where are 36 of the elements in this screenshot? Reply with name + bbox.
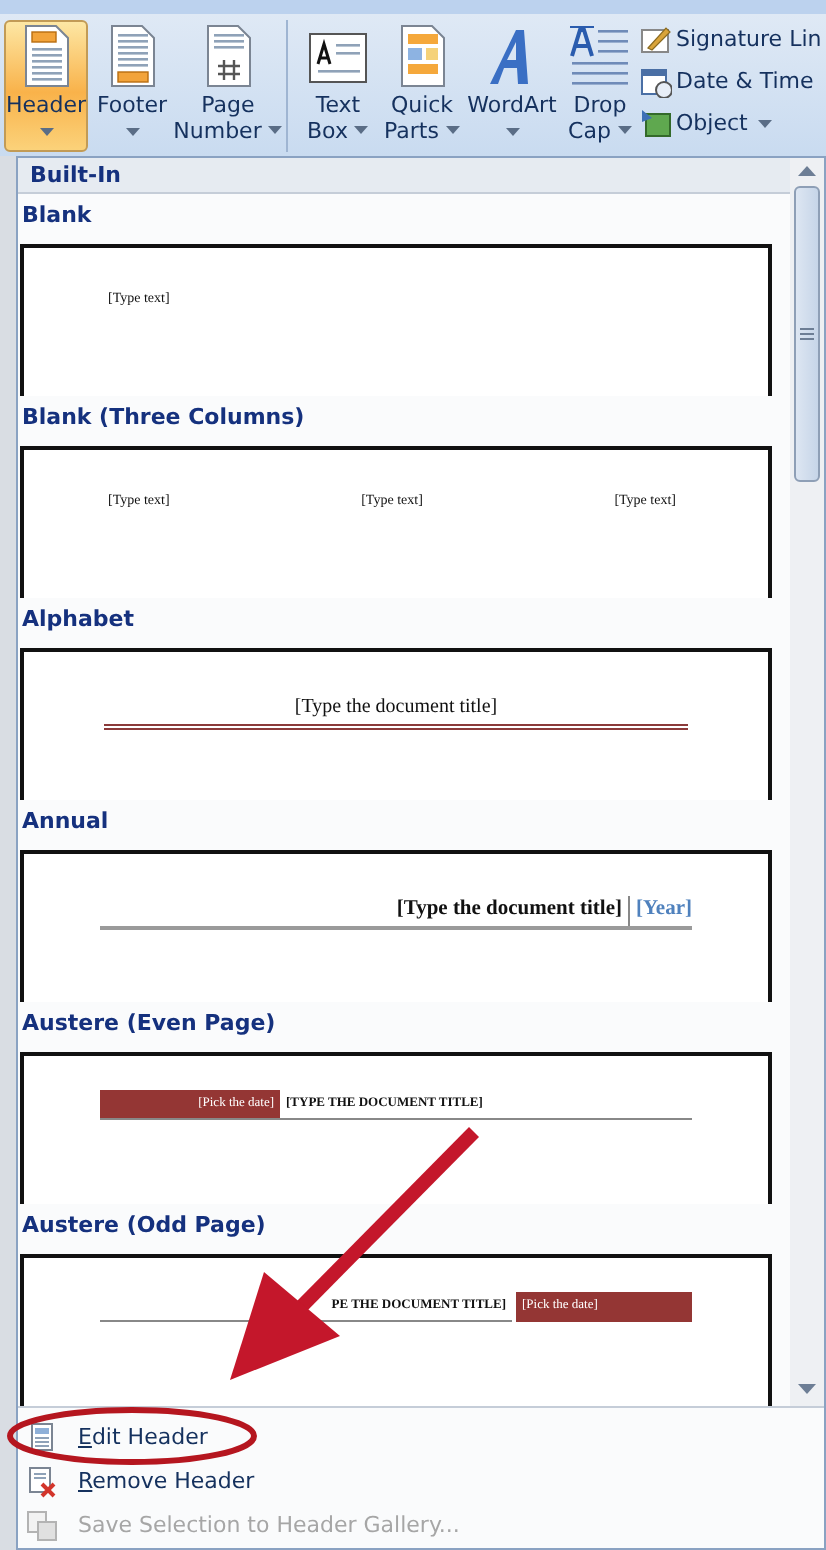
year-text: [Year] bbox=[634, 896, 692, 924]
menu-item[interactable]: Remove Header bbox=[18, 1460, 824, 1504]
title-text: [Type the document title] bbox=[294, 694, 498, 722]
ribbon-button[interactable]: WordArt bbox=[464, 20, 560, 152]
ribbon-button[interactable]: Drop Cap bbox=[564, 20, 636, 152]
header-page-icon bbox=[26, 1422, 58, 1454]
ribbon-button[interactable]: Quick Parts bbox=[384, 20, 460, 152]
header-preview[interactable]: [Type the document title] bbox=[20, 648, 772, 800]
scrollbar[interactable] bbox=[790, 158, 824, 1406]
gallery-item-label: Blank bbox=[20, 200, 94, 232]
title-text: [Type the document title] bbox=[396, 896, 625, 924]
ribbon-button[interactable]: Header bbox=[4, 20, 88, 152]
grip-icon bbox=[800, 328, 814, 340]
gallery-item-label: Austere (Even Page) bbox=[20, 1008, 278, 1040]
ribbon-button[interactable]: Page Number bbox=[176, 20, 280, 152]
remove-page-icon bbox=[26, 1466, 58, 1498]
calendar-clock-icon bbox=[640, 66, 672, 98]
scrollbar-thumb[interactable] bbox=[794, 186, 820, 482]
ribbon-button[interactable]: Footer bbox=[92, 20, 172, 152]
gallery-item-label: Alphabet bbox=[20, 604, 137, 636]
ribbon-button[interactable]: Text Box bbox=[296, 20, 380, 152]
scroll-down-icon bbox=[798, 1384, 816, 1394]
gallery-item-label: Austere (Odd Page) bbox=[20, 1210, 268, 1242]
ribbon-button[interactable]: Signature Lin bbox=[640, 20, 822, 60]
ribbon-button[interactable]: Date & Time bbox=[640, 62, 822, 102]
gallery-item-label: Blank (Three Columns) bbox=[20, 402, 307, 434]
header-preview[interactable]: [Type the document title] [Year] bbox=[20, 850, 772, 1002]
object-icon bbox=[640, 108, 672, 140]
ribbon-button[interactable]: Object bbox=[640, 104, 822, 144]
drop-cap-icon bbox=[568, 24, 632, 88]
scroll-up-icon bbox=[798, 166, 816, 176]
menu-item[interactable]: Edit Header bbox=[18, 1416, 824, 1460]
gallery-heading: Built-In bbox=[18, 158, 790, 194]
signature-icon bbox=[640, 24, 672, 56]
save-gallery-icon bbox=[26, 1510, 58, 1542]
gallery-item-label: Annual bbox=[20, 806, 111, 838]
